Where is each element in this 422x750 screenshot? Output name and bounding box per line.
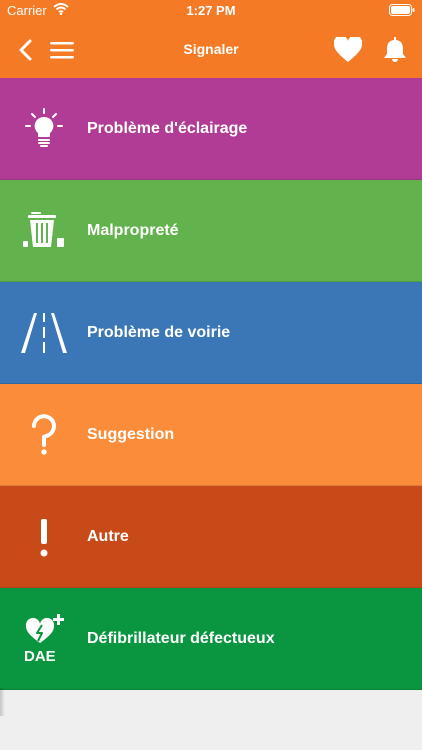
defibrillator-icon-text: DAE: [24, 648, 56, 664]
bell-icon[interactable]: [380, 35, 410, 65]
category-label: Problème d'éclairage: [87, 119, 248, 137]
category-suggestion[interactable]: Suggestion: [0, 384, 422, 486]
category-road-problem[interactable]: Problème de voirie: [0, 282, 422, 384]
category-label: Malpropreté: [87, 221, 179, 239]
category-lighting-problem[interactable]: Problème d'éclairage: [0, 78, 422, 180]
question-mark-icon: [18, 409, 70, 461]
nav-bar: Signaler: [0, 22, 422, 78]
edge-shadow: [0, 688, 5, 716]
battery-icon: [389, 4, 415, 19]
category-other[interactable]: Autre: [0, 486, 422, 588]
status-bar: Carrier 1:27 PM: [0, 0, 422, 22]
category-uncleanliness[interactable]: Malpropreté: [0, 180, 422, 282]
exclamation-icon: [18, 511, 70, 563]
light-bulb-icon: [18, 103, 70, 155]
report-category-list: Problème d'éclairage Malpropreté Problèm…: [0, 78, 422, 690]
defibrillator-icon: DAE: [18, 613, 70, 665]
heart-icon[interactable]: [333, 35, 363, 65]
category-label: Autre: [87, 527, 129, 545]
category-defective-defibrillator[interactable]: DAE Défibrillateur défectueux: [0, 588, 422, 690]
status-time: 1:27 PM: [186, 3, 236, 18]
category-label: Défibrillateur défectueux: [87, 629, 275, 647]
category-label: Suggestion: [87, 425, 175, 443]
road-icon: [18, 307, 70, 359]
trash-bin-icon: [18, 205, 70, 257]
category-label: Problème de voirie: [87, 323, 231, 341]
